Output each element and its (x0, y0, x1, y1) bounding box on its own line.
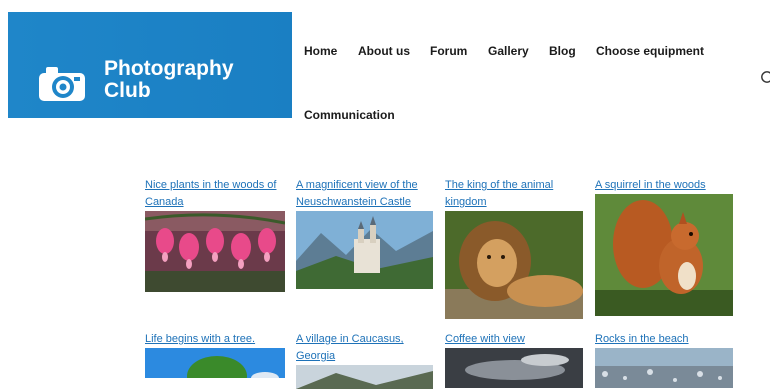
gallery-card: A village in Caucasus, Georgia (296, 331, 436, 389)
gallery-item-title[interactable]: A village in Caucasus, Georgia (296, 331, 436, 365)
gallery-thumbnail[interactable] (296, 211, 433, 289)
gallery-item-title[interactable]: A magnificent view of the Neuschwanstein… (296, 177, 436, 211)
nav-home[interactable]: Home (304, 44, 337, 58)
nav-communication[interactable]: Communication (304, 108, 395, 122)
search-icon[interactable] (760, 70, 770, 84)
site-title: Photography Club (104, 57, 234, 102)
site-logo[interactable]: Photography Club (8, 12, 292, 118)
gallery-thumbnail[interactable] (595, 348, 733, 388)
gallery-thumbnail[interactable] (145, 348, 285, 378)
camera-icon (39, 67, 85, 101)
nav-choose-equipment[interactable]: Choose equipment (596, 44, 704, 58)
nav-forum[interactable]: Forum (430, 44, 467, 58)
nav-gallery[interactable]: Gallery (488, 44, 529, 58)
gallery-card: Life begins with a tree. (145, 331, 285, 378)
gallery-thumbnail[interactable] (296, 365, 433, 389)
gallery-thumbnail[interactable] (445, 211, 583, 319)
gallery-card: A squirrel in the woods (595, 177, 735, 316)
nav-blog[interactable]: Blog (549, 44, 576, 58)
gallery-thumbnail[interactable] (145, 211, 285, 292)
gallery-card: Nice plants in the woods of Canada (145, 177, 285, 292)
nav-about-us[interactable]: About us (358, 44, 410, 58)
gallery-item-title[interactable]: The king of the animal kingdom (445, 177, 585, 211)
gallery-thumbnail[interactable] (445, 348, 583, 388)
gallery-card: A magnificent view of the Neuschwanstein… (296, 177, 436, 289)
gallery-card: Rocks in the beach (595, 331, 735, 388)
gallery-card: The king of the animal kingdom (445, 177, 585, 319)
gallery-thumbnail[interactable] (595, 194, 733, 316)
gallery-card: Coffee with view (445, 331, 585, 388)
gallery-item-title[interactable]: Nice plants in the woods of Canada (145, 177, 285, 211)
